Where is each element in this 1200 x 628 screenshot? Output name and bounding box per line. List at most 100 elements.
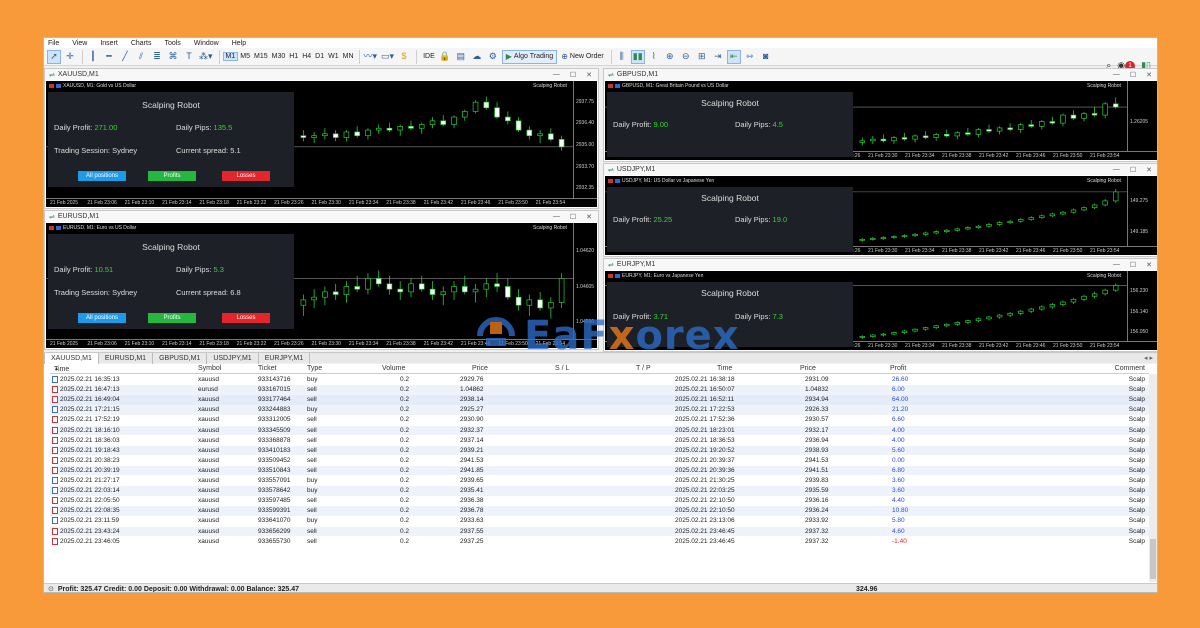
text-tool-icon[interactable]: T (182, 50, 196, 64)
bar-chart-icon[interactable]: ⫼ (615, 50, 629, 64)
table-row[interactable]: 2025.02.21 23:11:59 xauusd 933641070 buy 0.2… (50, 516, 1149, 526)
new-order-button[interactable]: ⊕ New Order (561, 50, 604, 64)
timeframe-mn[interactable]: MN (341, 53, 356, 60)
crosshair-icon[interactable]: ✛ (63, 50, 77, 64)
menu-insert[interactable]: Insert (100, 40, 118, 47)
col-comment[interactable]: Comment (1115, 365, 1145, 372)
signals-icon[interactable]: ⚙ (486, 50, 500, 64)
table-row[interactable]: 2025.02.21 18:16:10 xauusd 933345509 sell 0.… (50, 425, 1149, 436)
table-row[interactable]: 2025.02.21 16:49:04 xauusd 933177464 sell 0.… (50, 395, 1149, 405)
chart-canvas-xau[interactable]: XAUUSD, M1: Gold vs US Dollar Scalping Ro… (46, 81, 597, 207)
col-close-time[interactable]: Time (717, 365, 732, 372)
candlestick-icon[interactable]: ▮▮ (630, 49, 645, 64)
template-icon[interactable]: ▭▾ (380, 50, 395, 64)
chart-canvas-gbp[interactable]: GBPUSD, M1: Great Britain Pound vs US Do… (605, 81, 1157, 160)
col-close-price[interactable]: Price (800, 365, 816, 372)
col-profit[interactable]: Profit (890, 365, 906, 372)
timeframe-m15[interactable]: M15 (252, 53, 270, 60)
trendline-icon[interactable]: ╱ (118, 50, 132, 64)
close-icon[interactable]: ✕ (1146, 71, 1152, 79)
chart-toggle-icon[interactable]: ⇌ (608, 166, 614, 174)
maximize-icon[interactable]: ☐ (1130, 261, 1136, 269)
table-row[interactable]: 2025.02.21 16:35:13 xauusd 933143716 buy 0.2… (50, 375, 1149, 385)
ide-button[interactable]: IDE (420, 50, 436, 64)
losses-button[interactable]: Losses (222, 171, 270, 181)
minimize-icon[interactable]: — (1113, 71, 1120, 79)
col-symbol[interactable]: Symbol (198, 365, 221, 372)
menu-charts[interactable]: Charts (131, 40, 152, 47)
channel-icon[interactable]: ⫽ (134, 50, 148, 64)
minimize-icon[interactable]: — (553, 71, 560, 79)
chart-toggle-icon[interactable]: ⇌ (608, 261, 614, 269)
scrollbar-thumb[interactable] (1150, 539, 1156, 579)
col-price[interactable]: Price (472, 365, 488, 372)
timeframe-h1[interactable]: H1 (287, 53, 300, 60)
tab-eurjpy-m1[interactable]: EURJPY,M1 (259, 352, 311, 364)
depth-of-market-icon[interactable]: ▤ (454, 50, 468, 64)
tabs-scroll-arrows[interactable]: ◂ ▸ (1144, 354, 1157, 362)
losses-button[interactable]: Losses (222, 313, 270, 323)
table-row[interactable]: 2025.02.21 16:47:13 eurusd 933167015 sell 0.… (50, 385, 1149, 395)
menu-help[interactable]: Help (232, 40, 246, 47)
tab-xauusd-m1[interactable]: XAUUSD,M1 (44, 352, 99, 364)
table-row[interactable]: 2025.02.21 17:52:19 xauusd 933312005 sell 0.… (50, 415, 1149, 425)
maximize-icon[interactable]: ☐ (1130, 71, 1136, 79)
menu-file[interactable]: File (48, 40, 59, 47)
menu-tools[interactable]: Tools (164, 40, 180, 47)
menu-view[interactable]: View (72, 40, 87, 47)
tab-usdjpy-m1[interactable]: USDJPY,M1 (207, 352, 259, 364)
table-row[interactable]: 2025.02.21 20:38:23 xauusd 933509452 sell 0.… (50, 455, 1149, 466)
table-row[interactable]: 2025.02.21 22:03:14 xauusd 933578642 buy 0.2… (50, 486, 1149, 496)
chart-type-icon[interactable]: 〰▾ (363, 50, 379, 64)
table-row[interactable]: 2025.02.21 23:46:05 xauusd 933655730 sell 0.… (50, 536, 1149, 547)
tab-gbpusd-m1[interactable]: GBPUSD,M1 (153, 352, 208, 364)
horizontal-line-icon[interactable]: ━ (102, 50, 116, 64)
timeframe-m5[interactable]: M5 (238, 53, 252, 60)
col-type[interactable]: Type (307, 365, 322, 372)
chart-toggle-icon[interactable]: ⇌ (49, 213, 55, 221)
algo-trading-button[interactable]: ▶ Algo Trading (501, 49, 558, 64)
timeframe-m1[interactable]: M1 (222, 52, 239, 61)
cloud-icon[interactable]: ☁ (470, 50, 484, 64)
close-icon[interactable]: ✕ (1146, 261, 1152, 269)
line-chart-icon[interactable]: ⌇ (647, 50, 661, 64)
minimize-icon[interactable]: — (1113, 166, 1120, 174)
zoom-in-icon[interactable]: ⊕ (663, 50, 677, 64)
chart-toggle-icon[interactable]: ⇌ (608, 71, 614, 79)
col-tp[interactable]: T / P (636, 365, 651, 372)
col-volume[interactable]: Volume (382, 365, 405, 372)
menu-window[interactable]: Window (194, 40, 219, 47)
indicator-icon[interactable]: $ (397, 50, 411, 64)
zoom-out-icon[interactable]: ⊖ (679, 50, 693, 64)
close-icon[interactable]: ✕ (1146, 166, 1152, 174)
objects-menu-icon[interactable]: ⁂▾ (198, 50, 214, 64)
autoscroll-icon[interactable]: ⇤ (726, 49, 741, 64)
screenshot-icon[interactable]: ◙ (759, 50, 773, 64)
shapes-icon[interactable]: ⌘ (166, 50, 180, 64)
cursor-tool-icon[interactable]: ➚ (47, 49, 61, 64)
table-row[interactable]: 2025.02.21 22:08:35 xauusd 933599391 sell 0.… (50, 506, 1149, 516)
lock-icon[interactable]: 🔒 (438, 50, 452, 64)
table-row[interactable]: 2025.02.21 20:39:19 xauusd 933510843 sell 0.… (50, 465, 1149, 476)
table-row[interactable]: 2025.02.21 17:21:15 xauusd 933244883 buy 0.2… (50, 405, 1149, 415)
tile-windows-icon[interactable]: ⊞ (695, 50, 709, 64)
timeframe-m30[interactable]: M30 (270, 53, 288, 60)
table-row[interactable]: 2025.02.21 23:43:24 xauusd 933656299 sell 0.… (50, 526, 1149, 537)
minimize-icon[interactable]: — (553, 213, 560, 221)
fibonacci-icon[interactable]: ≣ (150, 50, 164, 64)
minimize-icon[interactable]: — (1113, 261, 1120, 269)
chart-canvas-ejpy[interactable]: EURJPY, M1: Euro vs Japanese Yen Scalping… (605, 271, 1157, 350)
table-row[interactable]: 2025.02.21 21:27:17 xauusd 933557091 buy 0.2… (50, 476, 1149, 486)
profits-button[interactable]: Profits (148, 313, 196, 323)
timeframe-h4[interactable]: H4 (300, 53, 313, 60)
maximize-icon[interactable]: ☐ (570, 71, 576, 79)
tab-eurusd-m1[interactable]: EURUSD,M1 (99, 352, 154, 364)
close-icon[interactable]: ✕ (586, 213, 592, 221)
timeframe-w1[interactable]: W1 (326, 53, 341, 60)
maximize-icon[interactable]: ☐ (1130, 166, 1136, 174)
chart-shift-icon[interactable]: ⇿ (743, 50, 757, 64)
all-positions-button[interactable]: All positions (78, 171, 126, 181)
all-positions-button[interactable]: All positions (78, 313, 126, 323)
chart-canvas-jpy[interactable]: USDJPY, M1: US Dollar vs Japanese Yen Sca… (605, 176, 1157, 255)
vertical-line-icon[interactable]: ┃ (86, 50, 100, 64)
